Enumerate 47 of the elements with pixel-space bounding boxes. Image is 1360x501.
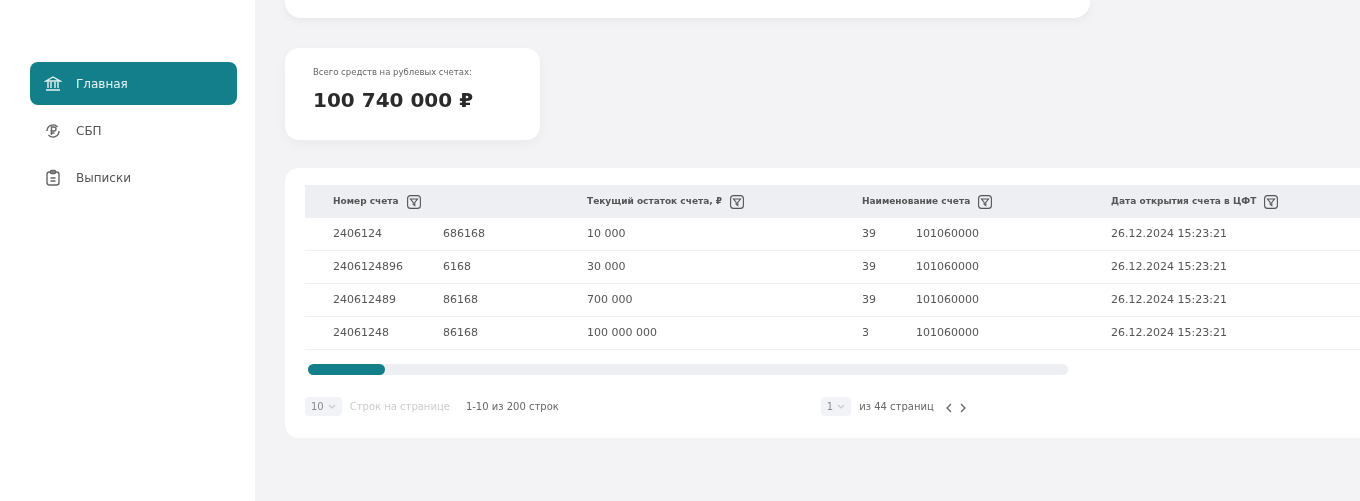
sidebar-item[interactable]: Выписки xyxy=(30,156,237,199)
table-cell-text: 86168 xyxy=(443,324,478,341)
chevron-down-icon xyxy=(327,404,336,409)
table-cell-text: 26.12.2024 15:23:21 xyxy=(1111,258,1227,275)
table-cell-text: 101060000 xyxy=(916,324,979,341)
table-cell-text: 101060000 xyxy=(916,225,979,242)
clipboard-icon xyxy=(44,168,62,187)
column-header: Номер счета xyxy=(333,194,399,208)
sidebar-item[interactable]: Главная xyxy=(30,62,237,105)
table-cell-text: 101060000 xyxy=(916,258,979,275)
table-cell-text: 101060000 xyxy=(916,291,979,308)
table-cell-text: 26.12.2024 15:23:21 xyxy=(1111,324,1227,341)
table-cell-text: 24061248 xyxy=(333,324,390,341)
page-select[interactable]: 1 xyxy=(820,397,852,416)
table-cell-text: 2406124896 xyxy=(333,258,404,275)
column-header: Наименование счета xyxy=(862,194,971,208)
table-cell-text: 26.12.2024 15:23:21 xyxy=(1111,291,1227,308)
table-cell-text: 100 000 000 xyxy=(587,324,657,341)
table-cell-text: 240612489 xyxy=(333,291,397,308)
page-size-select[interactable]: 10 xyxy=(305,397,342,416)
table-cell-text: 30 000 xyxy=(587,258,626,275)
table-cell-text: 39 xyxy=(862,258,877,275)
table-cell-text: 3 xyxy=(862,324,870,341)
column-header: Текущий остаток счета, ₽ xyxy=(587,194,723,208)
filter-icon[interactable] xyxy=(978,194,993,209)
table-cell-text: 686168 xyxy=(443,225,485,242)
filter-icon[interactable] xyxy=(1264,194,1279,209)
table-cell-text: 39 xyxy=(862,291,877,308)
scroll-thumb[interactable] xyxy=(308,364,385,375)
ruble-exchange-icon xyxy=(44,121,62,140)
page-count: из 44 страниц xyxy=(859,400,934,414)
table-cell-text: 6168 xyxy=(443,258,471,275)
column-header: Дата открытия счета в ЦФТ xyxy=(1111,194,1257,208)
table-cell-text: 39 xyxy=(862,225,877,242)
bank-icon xyxy=(44,74,62,93)
sidebar-item[interactable]: СБП xyxy=(30,109,237,152)
balance-amount: 100 740 000 ₽ xyxy=(313,86,475,114)
table-cell-text: 10 000 xyxy=(587,225,626,242)
table-cell-text: 700 000 xyxy=(587,291,633,308)
filter-icon[interactable] xyxy=(406,194,421,209)
chevron-down-icon xyxy=(837,404,846,409)
table-cell-text: 2406124 xyxy=(333,225,383,242)
filter-icon[interactable] xyxy=(730,194,745,209)
balance-label: Всего средств на рублевых счетах: xyxy=(313,66,473,79)
table-cell-text: 26.12.2024 15:23:21 xyxy=(1111,225,1227,242)
table-cell-text: 86168 xyxy=(443,291,478,308)
row-range: 1-10 из 200 строк xyxy=(465,400,559,414)
